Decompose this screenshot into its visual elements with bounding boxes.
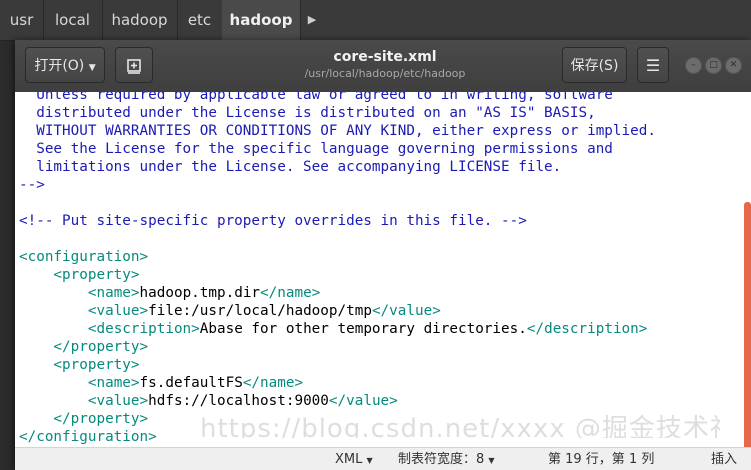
code-line: <value>hdfs://localhost:9000</value>: [87, 393, 398, 409]
insert-mode: 插入: [711, 452, 738, 467]
crumb-hadoop-active[interactable]: hadoop: [222, 0, 301, 40]
code-line: See the License for the specific languag…: [19, 141, 613, 157]
save-button[interactable]: 保存(S): [562, 47, 627, 83]
tab-width-selector[interactable]: 制表符宽度：8 ▼: [398, 448, 495, 470]
path-bar: usr local hadoop etc hadoop ▶: [0, 0, 751, 41]
language-selector[interactable]: XML ▼: [335, 448, 373, 470]
code-line: Unless required by applicable law or agr…: [19, 92, 613, 103]
code-line: </property>: [19, 411, 149, 427]
open-button[interactable]: 打开(O) ▼: [25, 47, 105, 83]
code-line: -->: [19, 177, 45, 193]
crumb-local[interactable]: local: [43, 0, 103, 40]
language-label: XML: [335, 452, 363, 467]
code-line: <property>: [19, 267, 140, 283]
window-title: core-site.xml: [333, 49, 437, 65]
chevron-right-icon[interactable]: ▶: [300, 0, 324, 40]
code-line: <!-- Put site-specific property override…: [19, 213, 527, 229]
code-line: WITHOUT WARRANTIES OR CONDITIONS OF ANY …: [19, 123, 656, 139]
cursor-position: 第 19 行，第 1 列: [548, 452, 655, 467]
gedit-window: 打开(O) ▼ core-site.xml /usr/local/hadoop/…: [15, 40, 751, 470]
text-editor[interactable]: Unless required by applicable law or agr…: [15, 92, 751, 447]
header-bar: 打开(O) ▼ core-site.xml /usr/local/hadoop/…: [15, 40, 751, 93]
crumb-usr[interactable]: usr: [0, 0, 44, 40]
tab-width-label: 制表符宽度：8: [398, 452, 485, 467]
crumb-etc[interactable]: etc: [177, 0, 223, 40]
chevron-down-icon: ▼: [88, 63, 96, 73]
code-line: limitations under the License. See accom…: [19, 159, 562, 175]
open-button-label: 打开(O): [34, 58, 85, 74]
maximize-icon[interactable]: □: [705, 57, 722, 74]
new-tab-button[interactable]: [115, 47, 153, 83]
new-document-icon: [127, 59, 141, 74]
minimize-icon[interactable]: –: [685, 57, 702, 74]
code-line: distributed under the License is distrib…: [19, 105, 596, 121]
code-line: <description>Abase for other temporary d…: [87, 321, 648, 337]
scrollbar[interactable]: [744, 202, 751, 447]
window-subtitle: /usr/local/hadoop/etc/hadoop: [304, 67, 466, 80]
chevron-down-icon: ▼: [488, 456, 495, 465]
chevron-down-icon: ▼: [366, 456, 373, 465]
crumb-hadoop[interactable]: hadoop: [102, 0, 178, 40]
status-bar: XML ▼ 制表符宽度：8 ▼ 第 19 行，第 1 列 插入: [15, 447, 751, 470]
code-line: </configuration>: [19, 429, 157, 445]
title-area: core-site.xml /usr/local/hadoop/etc/hado…: [255, 48, 515, 82]
code-line: <name>hadoop.tmp.dir</name>: [87, 285, 321, 301]
code-line: <property>: [19, 357, 140, 373]
code-line: <name>fs.defaultFS</name>: [87, 375, 304, 391]
close-icon[interactable]: ✕: [725, 57, 742, 74]
code-line: <configuration>: [19, 249, 149, 265]
code-line: </property>: [19, 339, 149, 355]
hamburger-menu-icon[interactable]: ☰: [637, 47, 669, 83]
code-line: <value>file:/usr/local/hadoop/tmp</value…: [87, 303, 441, 319]
